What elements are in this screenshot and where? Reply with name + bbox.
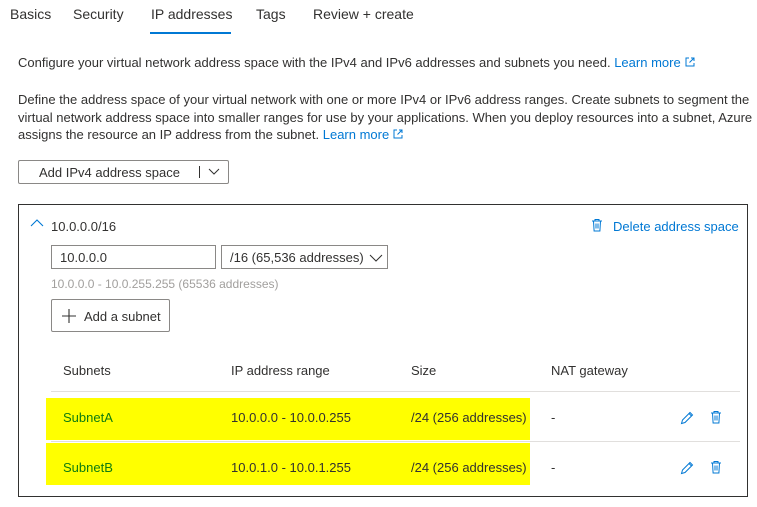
cidr-size-value: /16 (65,536 addresses) — [230, 250, 364, 265]
tab-tags[interactable]: Tags — [256, 6, 286, 22]
edit-icon[interactable] — [679, 410, 695, 426]
chevron-down-icon[interactable] — [206, 163, 222, 179]
details-line-2: virtual network address space into small… — [18, 109, 753, 125]
add-ipv4-label: Add IPv4 address space — [39, 165, 180, 180]
chevron-down-icon — [369, 254, 383, 262]
subnet-size: /24 (256 addresses) — [411, 460, 527, 475]
subnet-ip-range: 10.0.0.0 - 10.0.0.255 — [231, 410, 351, 425]
intro-learn-more-label: Learn more — [614, 55, 681, 70]
details-learn-more-link[interactable]: Learn more — [323, 127, 403, 142]
details-line-3-wrap: assigns the resource an IP address from … — [18, 126, 752, 144]
subnet-nat-gateway: - — [551, 460, 556, 475]
trash-icon[interactable] — [708, 459, 724, 475]
chevron-up-icon[interactable] — [30, 218, 44, 228]
table-divider — [51, 441, 740, 442]
add-subnet-button[interactable]: Add a subnet — [51, 299, 170, 332]
external-link-icon — [685, 57, 695, 67]
subnet-name-link[interactable]: SubnetA — [63, 410, 113, 425]
intro-learn-more-link[interactable]: Learn more — [614, 55, 695, 70]
external-link-icon — [393, 129, 403, 139]
tab-basics[interactable]: Basics — [10, 6, 51, 22]
delete-address-space-label: Delete address space — [613, 219, 739, 234]
plus-icon — [62, 309, 76, 323]
address-space-input[interactable] — [51, 245, 216, 269]
column-header-size: Size — [411, 363, 437, 378]
edit-icon[interactable] — [679, 460, 695, 476]
subnet-nat-gateway: - — [551, 410, 556, 425]
tab-ip-addresses[interactable]: IP addresses — [151, 6, 232, 22]
details-line-3: assigns the resource an IP address from … — [18, 127, 320, 142]
tab-review-create[interactable]: Review + create — [313, 6, 414, 22]
table-divider — [51, 391, 740, 392]
cidr-size-dropdown[interactable]: /16 (65,536 addresses) — [221, 245, 388, 269]
subnet-size: /24 (256 addresses) — [411, 410, 527, 425]
column-header-ip-range: IP address range — [231, 363, 330, 378]
details-learn-more-label: Learn more — [322, 127, 390, 142]
intro-text: Configure your virtual network address s… — [18, 54, 695, 72]
details-line-1: Define the address space of your virtual… — [18, 92, 750, 107]
tab-security[interactable]: Security — [73, 6, 124, 22]
tab-bar: Basics Security IP addresses Tags Review… — [0, 0, 757, 36]
split-divider — [199, 166, 200, 178]
column-header-nat-gateway: NAT gateway — [551, 363, 628, 378]
subnet-ip-range: 10.0.1.0 - 10.0.1.255 — [231, 460, 351, 475]
subnet-name-link[interactable]: SubnetB — [63, 460, 113, 475]
active-tab-indicator — [150, 32, 231, 34]
trash-icon[interactable] — [708, 409, 724, 425]
column-header-subnets: Subnets — [63, 363, 111, 378]
trash-icon — [592, 219, 602, 232]
address-space-title: 10.0.0.0/16 — [51, 219, 117, 234]
intro-sentence: Configure your virtual network address s… — [18, 55, 611, 70]
address-range-hint: 10.0.0.0 - 10.0.255.255 (65536 addresses… — [51, 277, 279, 291]
add-subnet-label: Add a subnet — [84, 309, 161, 324]
details-text: Define the address space of your virtual… — [18, 91, 752, 144]
add-ipv4-address-space-button[interactable]: Add IPv4 address space — [18, 160, 229, 184]
